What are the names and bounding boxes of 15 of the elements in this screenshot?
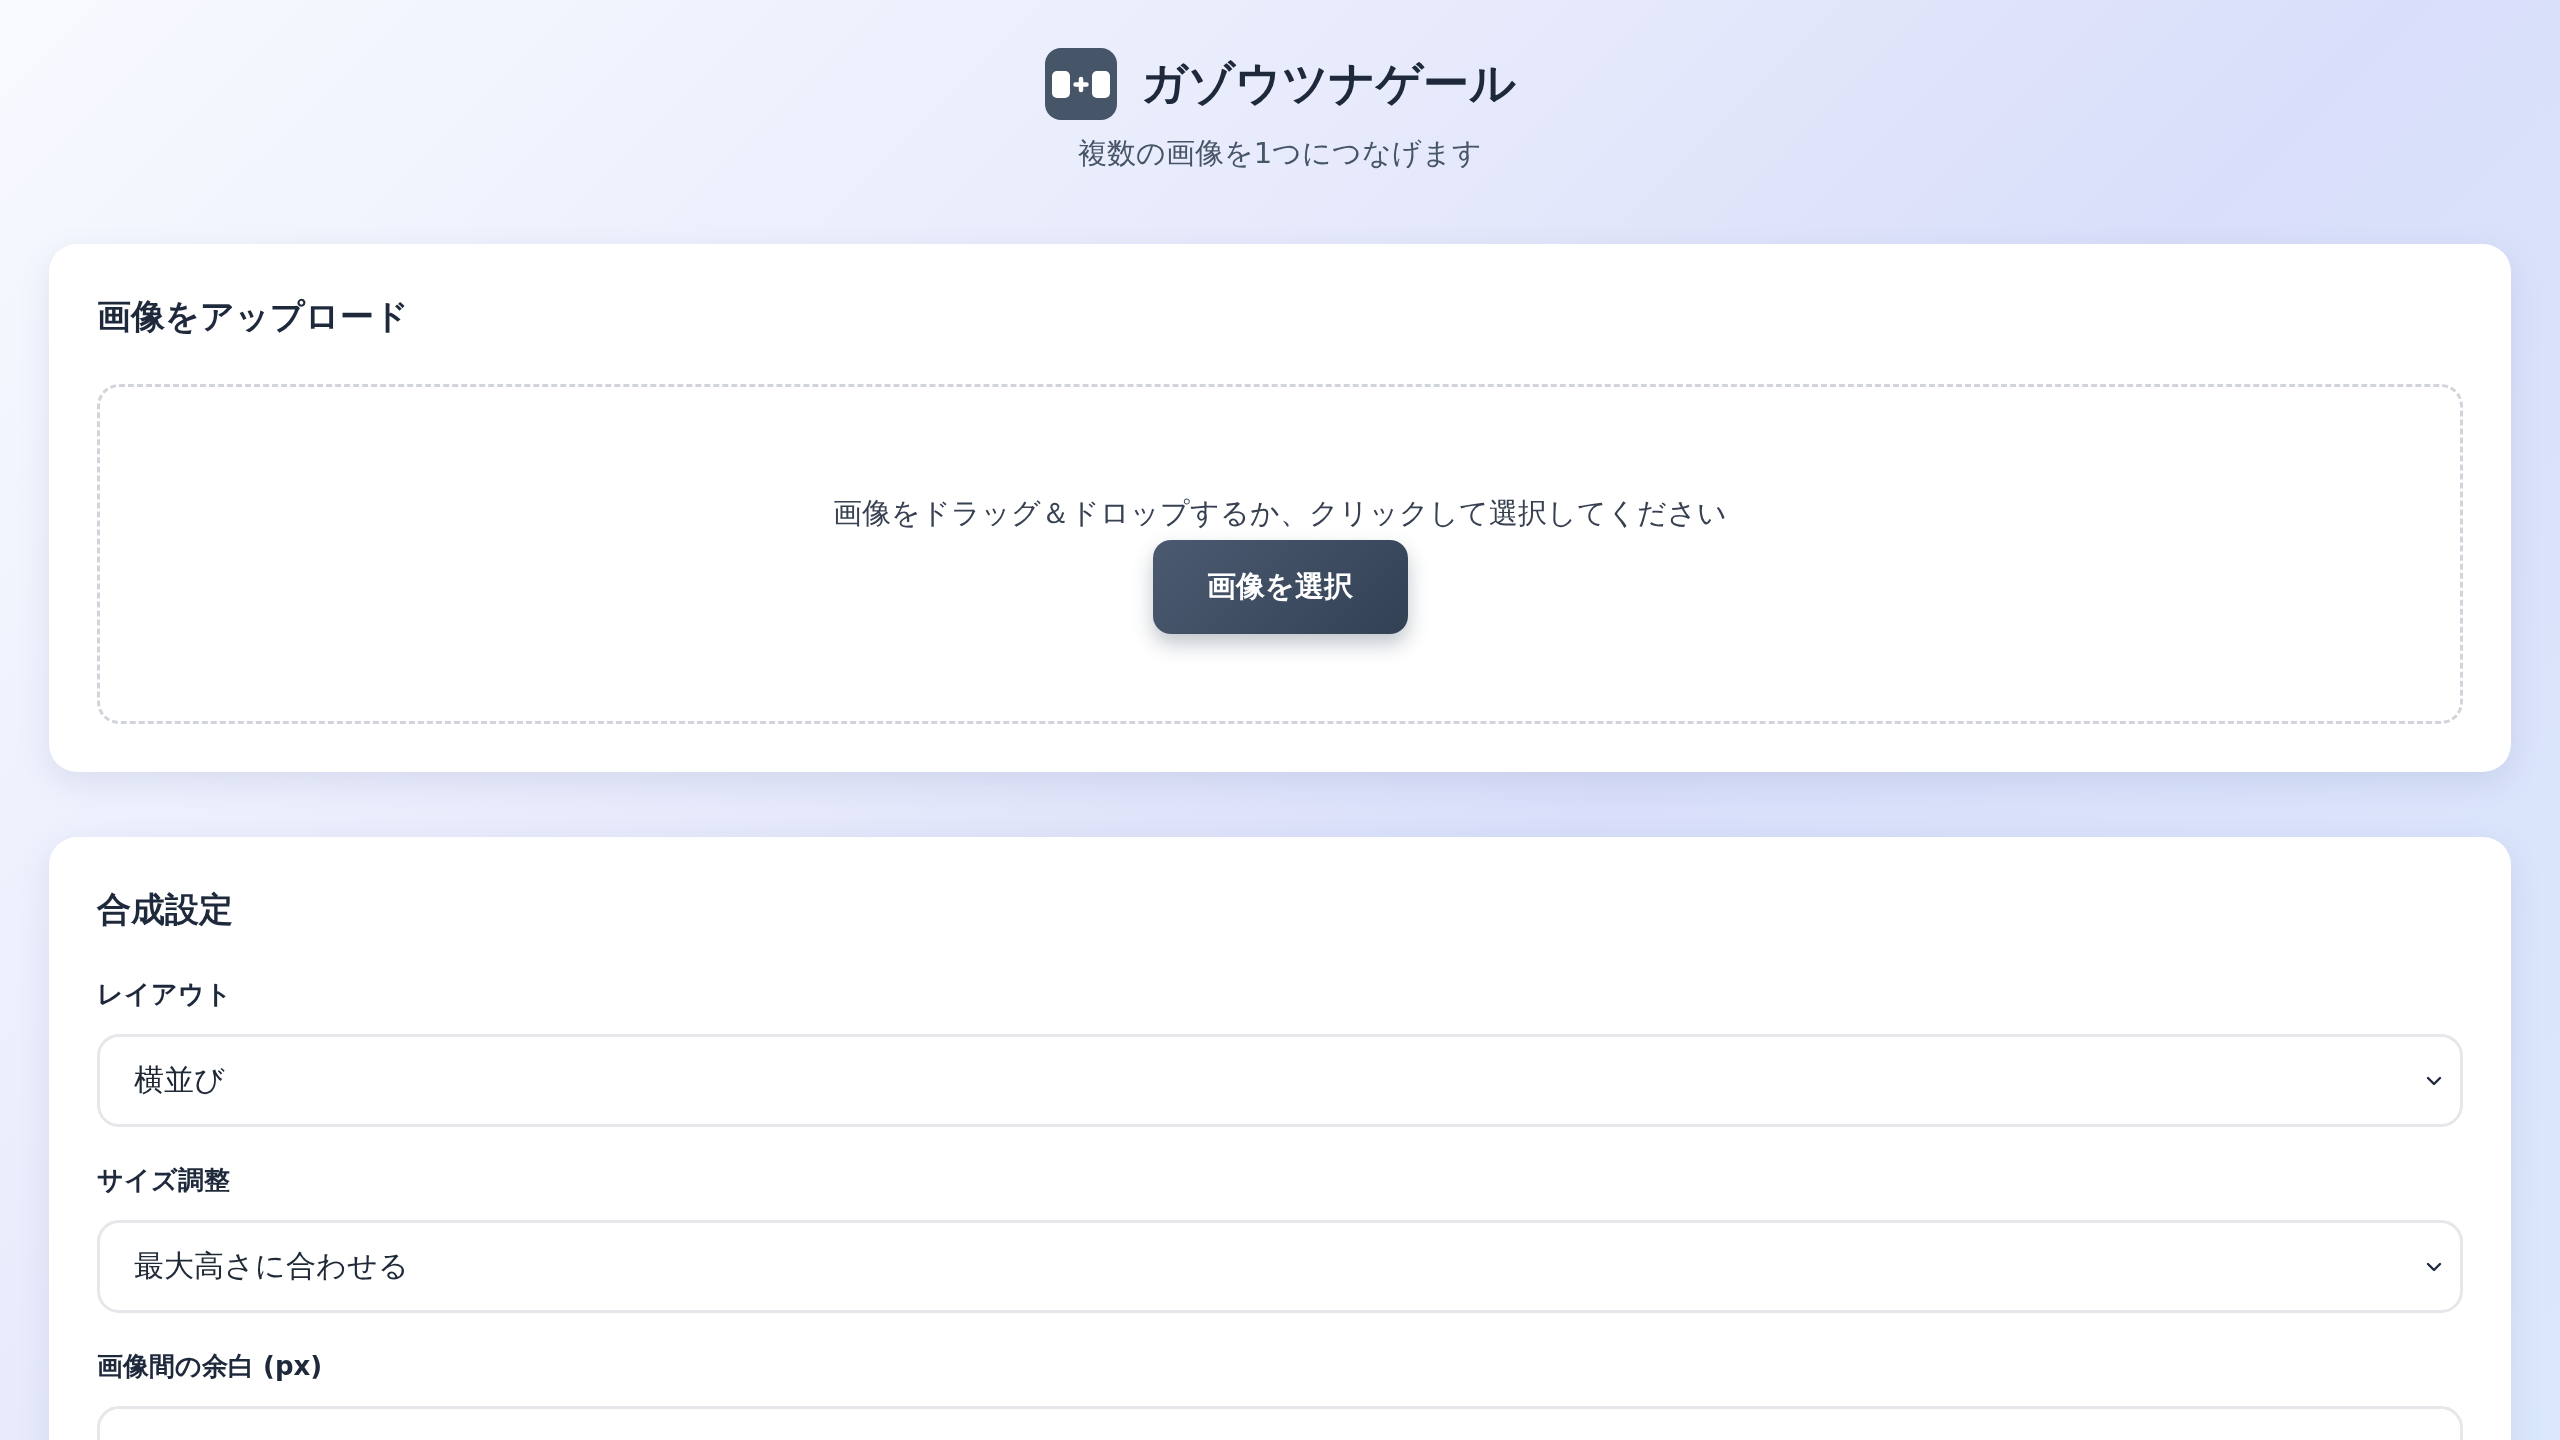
logo-icon [1044, 48, 1117, 120]
drop-zone[interactable]: 画像をドラッグ＆ドロップするか、クリックして選択してください 画像を選択 [97, 384, 2463, 724]
select-field[interactable]: 横並び [97, 1034, 2463, 1127]
field-label: レイアウト [97, 978, 233, 1011]
field-label: サイズ調整 [97, 1164, 231, 1197]
select-field[interactable]: 最大高さに合わせる [97, 1220, 2463, 1313]
drop-instruction: 画像をドラッグ＆ドロップするか、クリックして選択してください [833, 495, 1727, 532]
chevron-down-icon [2426, 1075, 2442, 1086]
app-subtitle: 複数の画像を1つにつなげます [1077, 135, 1483, 172]
select-images-button[interactable]: 画像を選択 [1152, 540, 1408, 634]
section-heading: 画像をアップロード [97, 295, 410, 338]
app-title: ガゾウツナゲール [1140, 55, 1516, 112]
section-heading: 合成設定 [97, 888, 234, 931]
chevron-down-icon [2426, 1261, 2442, 1272]
field-label: 画像間の余白 (px) [97, 1350, 324, 1383]
